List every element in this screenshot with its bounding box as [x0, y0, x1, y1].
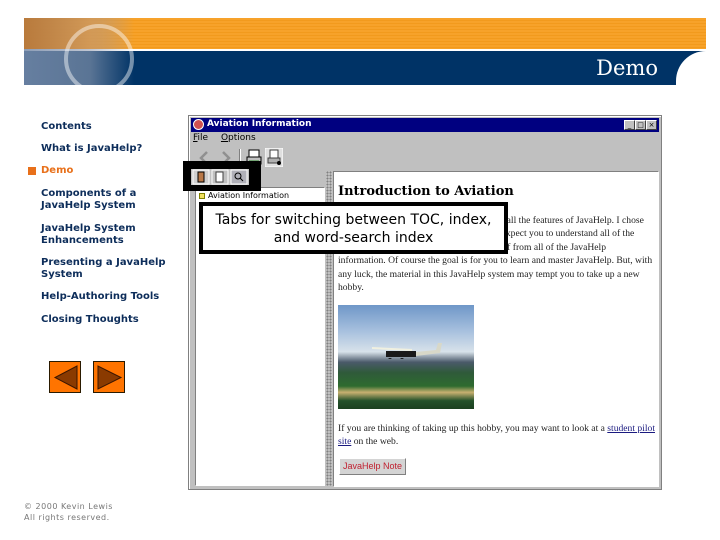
app-icon: [193, 119, 204, 130]
gauge-dial-graphic: [64, 24, 134, 85]
page-title: Demo: [596, 56, 658, 80]
tabs-highlight-box: [183, 161, 261, 191]
nav-item-components[interactable]: Components of a JavaHelp System: [41, 188, 171, 212]
next-slide-button[interactable]: [93, 361, 125, 393]
window-titlebar[interactable]: Aviation Information _ □ ×: [191, 118, 659, 132]
minimize-button[interactable]: _: [624, 120, 635, 130]
menu-file[interactable]: File: [193, 133, 208, 143]
nav-item-enhancements[interactable]: JavaHelp System Enhancements: [41, 223, 171, 247]
airplane-graphic: [372, 343, 442, 359]
page-setup-icon[interactable]: [265, 148, 283, 167]
content-paragraph: If you are thinking of taking up this ho…: [338, 423, 655, 448]
nav-item-presenting[interactable]: Presenting a JavaHelp System: [41, 257, 171, 281]
window-title: Aviation Information: [207, 119, 312, 129]
nav-item-authoring-tools[interactable]: Help-Authoring Tools: [41, 291, 171, 303]
active-bullet-icon: [28, 167, 36, 175]
close-button[interactable]: ×: [646, 120, 657, 130]
highlighted-tabs: [192, 169, 248, 185]
maximize-button[interactable]: □: [635, 120, 646, 130]
header-banner: Demo: [24, 18, 706, 85]
nav-item-closing-thoughts[interactable]: Closing Thoughts: [41, 314, 171, 326]
javahelp-note-button[interactable]: JavaHelp Note: [339, 458, 407, 475]
airplane-photo: [338, 305, 474, 409]
content-title: Introduction to Aviation: [338, 184, 514, 199]
nav-item-what-is-javahelp[interactable]: What is JavaHelp?: [41, 143, 171, 155]
left-triangle-icon: [53, 365, 78, 390]
toc-item[interactable]: Aviation Information: [199, 191, 289, 201]
annotation-callout: Tabs for switching between TOC, index, a…: [199, 202, 508, 254]
toolbar: [193, 147, 659, 169]
book-icon: [199, 192, 205, 199]
right-triangle-icon: [97, 365, 123, 390]
menu-bar: File Options: [193, 133, 266, 147]
nav-item-demo[interactable]: Demo: [41, 165, 171, 177]
previous-slide-button[interactable]: [49, 361, 81, 393]
nav-item-contents[interactable]: Contents: [41, 121, 171, 133]
copyright-notice: © 2000 Kevin Lewis All rights reserved.: [24, 502, 113, 522]
menu-options[interactable]: Options: [221, 133, 256, 143]
